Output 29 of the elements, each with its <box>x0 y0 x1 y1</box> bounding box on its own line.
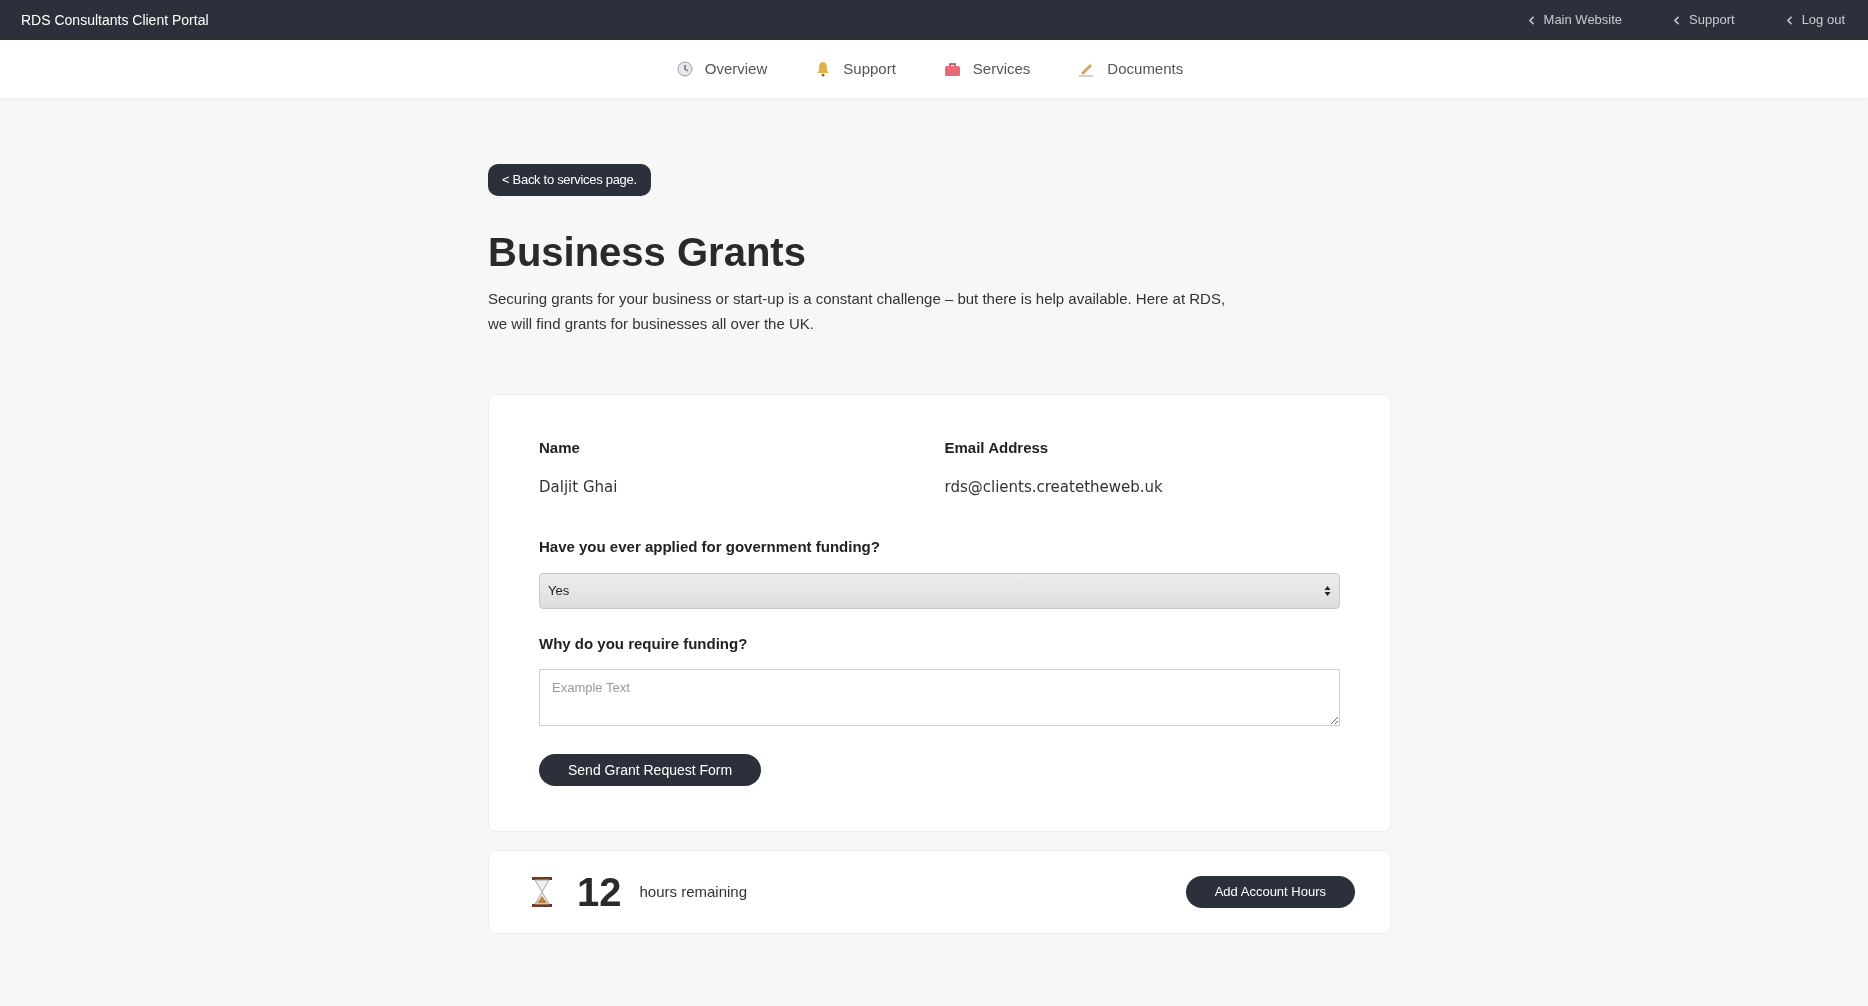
funding-reason-field[interactable]: Example Text <box>539 669 1340 726</box>
portal-title: RDS Consultants Client Portal <box>21 10 209 30</box>
top-link[interactable]: Main Website <box>1524 10 1623 30</box>
send-button[interactable]: Send Grant Request Form <box>539 754 762 786</box>
field-label: Name <box>539 438 581 458</box>
pen-icon <box>1078 61 1096 77</box>
hourglass-icon <box>531 876 553 908</box>
field-value: rds@clients.createtheweb.uk <box>944 476 1164 498</box>
hours-count: 12 <box>577 869 622 916</box>
field-value: Daljit Ghai <box>539 476 619 498</box>
briefcase-icon <box>943 61 961 77</box>
hours-label: hours remaining <box>639 881 748 902</box>
nav-item[interactable]: Support <box>815 57 896 81</box>
top-link[interactable]: Support <box>1670 10 1735 30</box>
page-heading: Business Grants <box>488 229 807 276</box>
nav-item[interactable]: Overview <box>676 57 768 81</box>
bell-icon <box>815 61 832 77</box>
funding-select[interactable]: Yes <box>539 572 1340 609</box>
back-button[interactable]: < Back to services page. <box>488 164 651 196</box>
field-label: Email Address <box>944 438 1050 458</box>
add-hours-button[interactable]: Add Account Hours <box>1185 876 1355 908</box>
select-arrows-icon <box>1324 584 1331 597</box>
nav-item[interactable]: Documents <box>1078 57 1184 81</box>
textarea-label: Why do you require funding? <box>539 633 749 654</box>
intro-text: Securing grants for your business or start-up is a constant challenge – but there is help available. Here at RDS, we will find grants for businesses all over the UK. <box>488 289 1227 334</box>
top-link[interactable]: Log out <box>1782 10 1845 30</box>
nav-item[interactable]: Services <box>943 57 1031 81</box>
clock-icon <box>676 61 693 77</box>
select-label: Have you ever applied for government funding? <box>539 537 881 557</box>
